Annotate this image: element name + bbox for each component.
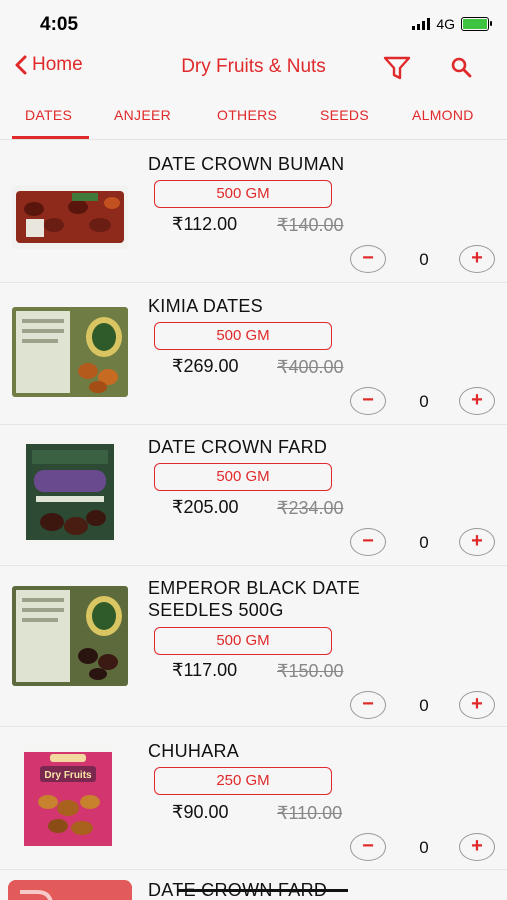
product-name: DATE CROWN FARD bbox=[148, 437, 328, 457]
navigation-bar: Home Dry Fruits & Nuts bbox=[0, 46, 507, 90]
product-row: DATE CROWN BUMAN 500 GM ₹112.00 ₹140.00 … bbox=[0, 141, 507, 283]
page-title: Dry Fruits & Nuts bbox=[181, 56, 326, 77]
decrease-qty-button[interactable]: − bbox=[350, 245, 386, 273]
product-mrp: ₹400.00 bbox=[277, 357, 344, 377]
kimia-dates-pack-icon bbox=[12, 307, 128, 397]
increase-qty-button[interactable]: + bbox=[459, 387, 495, 415]
product-pack-label: Dry Fruits bbox=[44, 770, 92, 781]
quantity-value: 0 bbox=[419, 838, 429, 857]
quantity-value: 0 bbox=[419, 392, 429, 411]
decrease-qty-button[interactable]: − bbox=[350, 387, 386, 415]
increase-qty-button[interactable]: + bbox=[459, 528, 495, 556]
strike-line bbox=[178, 889, 348, 892]
signal-icon bbox=[412, 18, 431, 30]
active-tab-indicator bbox=[12, 136, 89, 139]
weight-selector[interactable]: 500 GM bbox=[154, 627, 332, 655]
product-name: EMPEROR BLACK DATE SEEDLES 500G bbox=[148, 578, 361, 620]
increase-qty-button[interactable]: + bbox=[459, 691, 495, 719]
decrease-qty-button[interactable]: − bbox=[350, 833, 386, 861]
filter-icon bbox=[383, 56, 411, 80]
chuhara-dry-fruits-pouch-icon: Dry Fruits bbox=[22, 746, 114, 850]
product-price: ₹269.00 bbox=[172, 356, 239, 376]
status-indicators: 4G bbox=[412, 16, 492, 32]
product-mrp: ₹150.00 bbox=[277, 661, 344, 681]
product-row: Dry Fruits CHUHARA 250 GM ₹90.00 ₹110.00… bbox=[0, 728, 507, 870]
increase-qty-button[interactable]: + bbox=[459, 833, 495, 861]
product-name: DATE CROWN BUMAN bbox=[148, 154, 345, 174]
product-row: DATE CROWN FARD 500 GM ₹205.00 ₹234.00 −… bbox=[0, 424, 507, 566]
date-crown-buman-pack-icon bbox=[12, 185, 128, 249]
search-button[interactable] bbox=[450, 56, 474, 85]
decrease-qty-button[interactable]: − bbox=[350, 528, 386, 556]
product-price: ₹117.00 bbox=[172, 660, 238, 680]
product-row: KIMIA DATES 500 GM ₹269.00 ₹400.00 − 0 + bbox=[0, 283, 507, 425]
weight-selector[interactable]: 250 GM bbox=[154, 767, 332, 795]
network-type: 4G bbox=[436, 16, 455, 32]
emperor-black-date-pack-icon bbox=[12, 586, 128, 686]
filter-button[interactable] bbox=[383, 55, 411, 86]
product-image[interactable] bbox=[8, 880, 132, 900]
weight-selector[interactable]: 500 GM bbox=[154, 322, 332, 350]
search-icon bbox=[451, 57, 472, 78]
weight-selector[interactable]: 500 GM bbox=[154, 463, 332, 491]
category-tabs: DATES ANJEER OTHERS SEEDS ALMOND bbox=[0, 90, 507, 140]
product-price: ₹90.00 bbox=[172, 802, 229, 822]
product-price: ₹112.00 bbox=[172, 214, 238, 234]
increase-qty-button[interactable]: + bbox=[459, 245, 495, 273]
tab-others[interactable]: OTHERS bbox=[217, 107, 277, 123]
product-name: CHUHARA bbox=[148, 741, 240, 761]
product-name: KIMIA DATES bbox=[148, 296, 263, 316]
product-row: EMPEROR BLACK DATE SEEDLES 500G 500 GM ₹… bbox=[0, 566, 507, 727]
product-mrp: ₹140.00 bbox=[277, 215, 344, 235]
tab-almond[interactable]: ALMOND bbox=[412, 107, 474, 123]
product-image[interactable]: Dry Fruits bbox=[22, 746, 114, 850]
quantity-value: 0 bbox=[419, 533, 429, 552]
product-image[interactable] bbox=[12, 307, 128, 397]
status-time: 4:05 bbox=[40, 14, 79, 35]
product-price: ₹205.00 bbox=[172, 497, 239, 517]
product-image[interactable] bbox=[12, 586, 128, 686]
decrease-qty-button[interactable]: − bbox=[350, 691, 386, 719]
weight-selector[interactable]: 500 GM bbox=[154, 180, 332, 208]
tab-dates[interactable]: DATES bbox=[25, 107, 72, 123]
quantity-value: 0 bbox=[419, 250, 429, 269]
product-placeholder-icon bbox=[8, 880, 132, 900]
product-image[interactable] bbox=[12, 185, 128, 249]
date-crown-fard-pouch-icon bbox=[22, 440, 118, 546]
status-bar: 4:05 4G bbox=[0, 0, 507, 46]
product-mrp: ₹110.00 bbox=[277, 803, 343, 823]
tab-anjeer[interactable]: ANJEER bbox=[114, 107, 171, 123]
product-image[interactable] bbox=[22, 440, 118, 546]
product-mrp: ₹234.00 bbox=[277, 498, 344, 518]
quantity-value: 0 bbox=[419, 696, 429, 715]
tab-seeds[interactable]: SEEDS bbox=[320, 107, 369, 123]
battery-icon bbox=[461, 17, 492, 31]
